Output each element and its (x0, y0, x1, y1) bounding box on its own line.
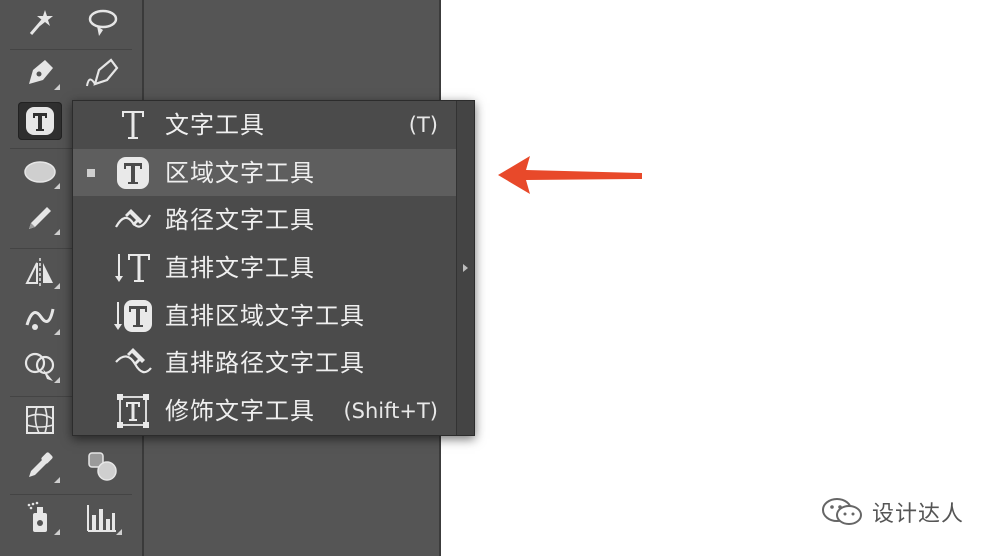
tool-row-10 (10, 443, 132, 489)
menu-item-vertical-type-tool[interactable]: 直排文字工具 (73, 244, 456, 292)
type-tool-button[interactable] (18, 102, 62, 140)
mesh-icon (26, 406, 54, 434)
watermark-text: 设计达人 (872, 502, 965, 527)
column-graph-icon (87, 505, 116, 532)
column-graph-tool[interactable] (80, 499, 124, 537)
more-tools-indicator (54, 529, 60, 535)
ellipse-tool[interactable] (18, 153, 62, 191)
more-tools-indicator (54, 329, 60, 335)
warp-icon (25, 308, 55, 330)
menu-item-label: 直排文字工具 (165, 254, 315, 283)
blend-icon (88, 452, 117, 481)
menu-item-label: 路径文字工具 (165, 206, 315, 235)
shape-builder-tool[interactable] (18, 347, 62, 385)
menu-item-type-on-path-tool[interactable]: 路径文字工具 (73, 196, 456, 244)
more-tools-indicator (54, 377, 60, 383)
selected-indicator (87, 168, 95, 177)
menu-item-label: 修饰文字工具 (165, 397, 315, 426)
type-tool-icon (111, 107, 155, 143)
symbol-sprayer-tool[interactable] (18, 499, 62, 537)
pen-tool[interactable] (18, 54, 62, 92)
reflect-icon (25, 258, 53, 286)
menu-item-shortcut: (Shift+T) (343, 399, 438, 424)
watermark: 设计达人 (820, 494, 964, 530)
tearoff-bar[interactable] (456, 101, 474, 435)
pen-icon (29, 60, 53, 84)
shape-builder-icon (24, 352, 55, 381)
menu-item-label: 直排区域文字工具 (165, 301, 365, 330)
tool-row-2 (10, 49, 132, 96)
magic-wand-icon (29, 10, 53, 35)
more-tools-indicator (116, 529, 122, 535)
eyedropper-tool[interactable] (18, 447, 62, 485)
curvature-pen-icon (86, 58, 119, 87)
menu-item-touch-type-tool[interactable]: 修饰文字工具 (Shift+T) (73, 387, 456, 435)
eyedropper-icon (29, 452, 53, 477)
lasso-tool[interactable] (80, 4, 124, 42)
area-type-icon (26, 107, 54, 135)
vertical-type-on-path-tool-icon (111, 345, 155, 381)
tool-row-11 (10, 494, 132, 541)
curvature-tool[interactable] (80, 54, 124, 92)
lasso-icon (88, 9, 118, 36)
menu-item-type-tool[interactable]: 文字工具 (T) (73, 101, 456, 149)
more-tools-indicator (54, 183, 60, 189)
chevron-right-icon (463, 264, 468, 272)
area-type-tool-icon (111, 155, 155, 191)
tool-row-1 (10, 0, 132, 46)
pencil-icon (29, 207, 51, 229)
ellipse-icon (24, 161, 56, 183)
menu-item-vertical-type-on-path-tool[interactable]: 直排路径文字工具 (73, 339, 456, 387)
wechat-icon (822, 498, 862, 525)
warp-tool[interactable] (18, 299, 62, 337)
menu-item-vertical-area-type-tool[interactable]: 直排区域文字工具 (73, 292, 456, 340)
menu-item-label: 直排路径文字工具 (165, 349, 365, 378)
pencil-tool[interactable] (18, 199, 62, 237)
red-arrow-annotation (498, 156, 642, 194)
reflect-tool[interactable] (18, 253, 62, 291)
type-tools-flyout-menu: 文字工具 (T) 区域文字工具 路径文字工具 直排文字工具 直排区域文字工具 直… (72, 100, 475, 436)
vertical-type-tool-icon (111, 250, 155, 286)
vertical-area-type-tool-icon (111, 298, 155, 334)
more-tools-indicator (54, 229, 60, 235)
touch-type-tool-icon (111, 393, 155, 429)
menu-item-label: 区域文字工具 (165, 158, 315, 187)
more-tools-indicator (54, 283, 60, 289)
menu-item-area-type-tool[interactable]: 区域文字工具 (73, 148, 456, 197)
menu-item-shortcut: (T) (408, 113, 438, 137)
more-tools-indicator (54, 477, 60, 483)
symbol-sprayer-icon (27, 501, 47, 532)
magic-wand-tool[interactable] (18, 4, 62, 42)
blend-tool[interactable] (80, 447, 124, 485)
mesh-tool[interactable] (18, 401, 62, 439)
menu-item-label: 文字工具 (165, 111, 265, 139)
type-on-path-tool-icon (111, 202, 155, 238)
more-tools-indicator (54, 84, 60, 90)
flyout-items: 文字工具 (T) 区域文字工具 路径文字工具 直排文字工具 直排区域文字工具 直… (73, 101, 456, 435)
